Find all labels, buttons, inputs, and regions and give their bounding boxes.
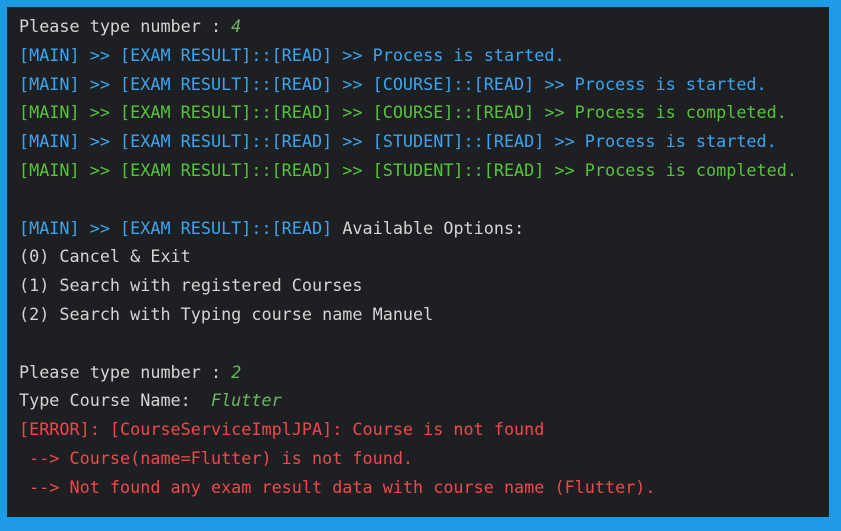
console-line-options-header: [MAIN] >> [EXAM RESULT]::[READ] Availabl… [19, 214, 829, 243]
console-line-info: [MAIN] >> [EXAM RESULT]::[READ] >> Proce… [19, 44, 565, 65]
option-item-0: (0) Cancel & Exit [19, 246, 191, 267]
console-line-error: --> Not found any exam result data with … [19, 476, 656, 497]
console-line-error: --> Course(name=Flutter) is not found. [19, 447, 414, 468]
user-input: 2 [231, 361, 242, 382]
prompt-text: Please type number : [19, 16, 232, 36]
option-item-1: (1) Search with registered Courses [19, 275, 363, 296]
console-line-course-prompt: Type Course Name: Flutter [19, 386, 829, 415]
log-prefix: [MAIN] >> [EXAM RESULT]::[READ] [19, 217, 343, 238]
console-line-error: [ERROR]: [CourseServiceImplJPA]: Course … [19, 419, 545, 440]
options-title: Available Options: [342, 217, 525, 238]
user-input: 4 [231, 16, 242, 36]
prompt-text: Type Course Name: [19, 390, 211, 411]
user-input: Flutter [210, 390, 282, 411]
console-line-prompt-1: Please type number : 4 [19, 12, 829, 41]
prompt-text: Please type number : [19, 361, 232, 382]
console-line-info: [MAIN] >> [EXAM RESULT]::[READ] >> [COUR… [19, 73, 767, 94]
console-line-info: [MAIN] >> [EXAM RESULT]::[READ] >> [STUD… [19, 131, 777, 152]
console-line-success: [MAIN] >> [EXAM RESULT]::[READ] >> [STUD… [19, 159, 797, 180]
option-item-2: (2) Search with Typing course name Manue… [19, 303, 434, 324]
console-line-prompt-2: Please type number : 2 [19, 358, 829, 387]
terminal-output[interactable]: Please type number : 4 [MAIN] >> [EXAM R… [7, 7, 829, 517]
console-line-success: [MAIN] >> [EXAM RESULT]::[READ] >> [COUR… [19, 102, 787, 123]
